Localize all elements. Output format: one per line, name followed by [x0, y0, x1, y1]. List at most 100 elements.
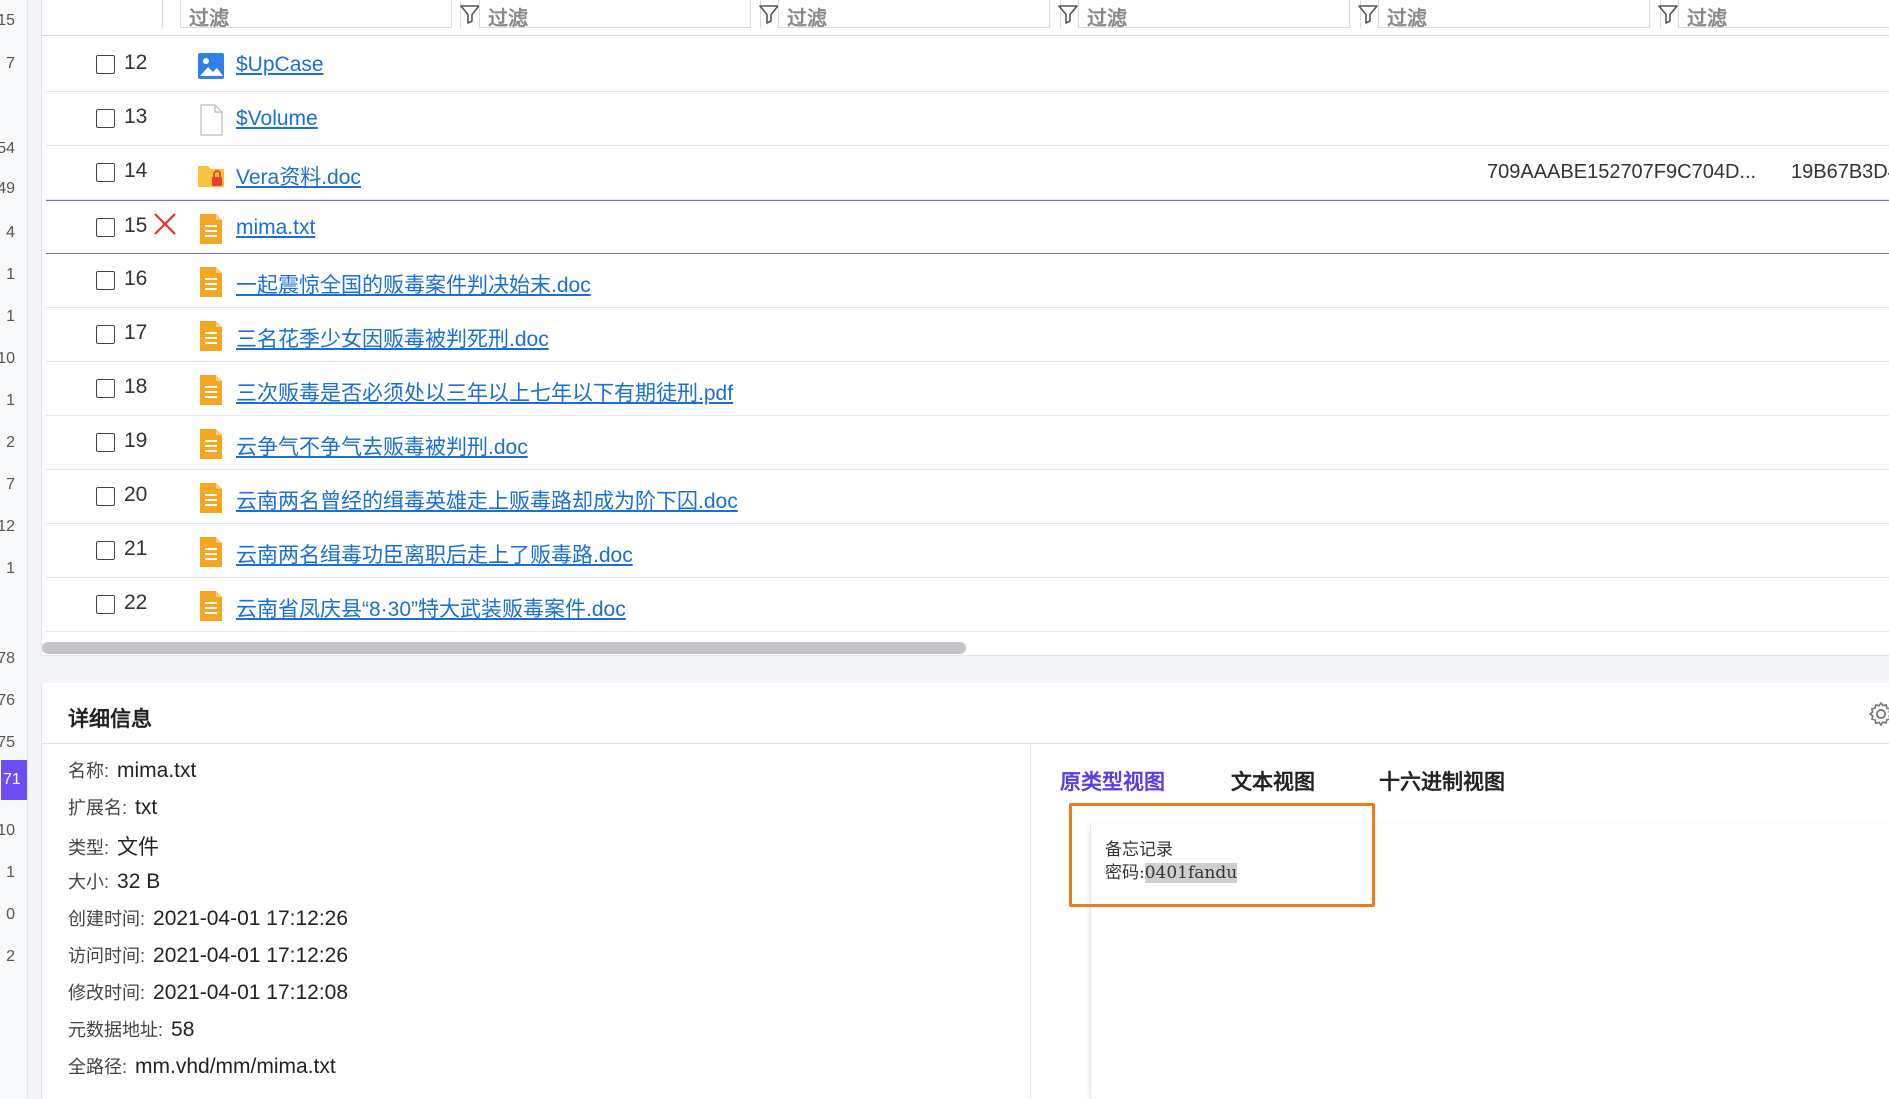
gutter-number: 54 [0, 140, 15, 157]
file-name-link[interactable]: 云争气不争气去贩毒被判刑.doc [236, 431, 528, 461]
file-name-link[interactable]: 三次贩毒是否必须处以三年以上七年以下有期徒刑.pdf [236, 377, 733, 407]
row-checkbox[interactable] [96, 271, 115, 290]
row-checkbox[interactable] [96, 541, 115, 560]
table-row[interactable]: 22 云南省凤庆县“8·30”特大武装贩毒案件.doc [46, 578, 1889, 632]
blank-file-icon [197, 104, 225, 136]
details-title: 详细信息 [68, 708, 152, 731]
gutter-number: 1 [6, 308, 15, 325]
row-checkbox[interactable] [96, 163, 115, 182]
funnel-icon[interactable] [1356, 2, 1380, 26]
info-label: 访问时间: [68, 946, 146, 966]
filter-label: 过滤 [1087, 8, 1127, 30]
table-row[interactable]: 16 一起震惊全国的贩毒案件判决始末.doc [46, 254, 1889, 308]
text-file-icon [197, 266, 225, 298]
filter-row: 过滤 过滤 过滤 过滤 过滤 过滤 [42, 0, 1889, 36]
row-checkbox[interactable] [96, 109, 115, 128]
info-field: 扩展名: txt [68, 794, 157, 820]
table-row[interactable]: 20 云南两名曾经的缉毒英雄走上贩毒路却成为阶下囚.doc [46, 470, 1889, 524]
info-value: 2021-04-01 17:12:08 [153, 981, 349, 1004]
row-number-gutter: 15 7 54 49 4 1 1 10 1 2 7 12 1 78 76 75 71 10 1 0 2 [0, 0, 28, 1099]
row-checkbox[interactable] [96, 487, 115, 506]
gutter-number: 1 [6, 560, 15, 577]
encrypted-folder-icon [197, 158, 225, 190]
row-checkbox[interactable] [96, 55, 115, 74]
filter-input[interactable]: 过滤 [1678, 0, 1889, 30]
table-row[interactable]: 19 云争气不争气去贩毒被判刑.doc [46, 416, 1889, 470]
gutter-number: 2 [6, 948, 15, 965]
funnel-icon[interactable] [1056, 2, 1080, 26]
file-name-link[interactable]: 云南两名曾经的缉毒英雄走上贩毒路却成为阶下囚.doc [236, 485, 738, 515]
row-checkbox[interactable] [96, 595, 115, 614]
gutter-number: 75 [0, 734, 15, 751]
file-name-link[interactable]: 云南省凤庆县“8·30”特大武装贩毒案件.doc [236, 593, 626, 623]
gutter-number: 7 [6, 476, 15, 493]
tab-text-view[interactable]: 文本视图 [1231, 766, 1315, 796]
gutter-number: 1 [6, 864, 15, 881]
info-label: 创建时间: [68, 909, 146, 929]
filter-input[interactable]: 过滤 [778, 0, 1050, 30]
column-separator[interactable] [162, 0, 163, 28]
file-table: 过滤 过滤 过滤 过滤 过滤 过滤 12 $UpCase 13 $Volume 14 Vera资料.… [41, 0, 1889, 656]
gutter-number: 7 [6, 55, 15, 72]
row-checkbox[interactable] [96, 218, 115, 237]
info-label: 元数据地址: [68, 1020, 164, 1040]
info-value: 文件 [117, 836, 160, 859]
filter-label: 过滤 [787, 8, 827, 30]
gutter-number: 71 [1, 760, 27, 800]
info-value: 2021-04-01 17:12:26 [153, 907, 349, 930]
gutter-number: 10 [0, 822, 15, 839]
file-name-link[interactable]: Vera资料.doc [236, 161, 361, 191]
info-label: 扩展名: [68, 798, 128, 818]
row-number: 22 [124, 591, 148, 614]
table-row[interactable]: 18 三次贩毒是否必须处以三年以上七年以下有期徒刑.pdf [46, 362, 1889, 416]
filter-label: 过滤 [1387, 8, 1427, 30]
file-name-link[interactable]: mima.txt [236, 216, 315, 240]
info-field: 名称: mima.txt [68, 757, 196, 783]
gear-icon[interactable] [1867, 700, 1889, 728]
file-name-link[interactable]: $UpCase [236, 53, 324, 77]
row-number: 12 [124, 51, 148, 74]
gutter-number: 15 [0, 12, 15, 29]
file-name-link[interactable]: $Volume [236, 107, 318, 131]
row-number: 20 [124, 483, 148, 506]
image-file-icon [197, 50, 225, 82]
row-checkbox[interactable] [96, 433, 115, 452]
info-field: 类型: 文件 [68, 831, 159, 861]
filter-label: 过滤 [488, 8, 528, 30]
gutter-number: 2 [6, 434, 15, 451]
row-checkbox[interactable] [96, 379, 115, 398]
funnel-icon[interactable] [1656, 2, 1680, 26]
table-row[interactable]: 12 $UpCase [46, 38, 1889, 92]
table-row[interactable]: 21 云南两名缉毒功臣离职后走上了贩毒路.doc [46, 524, 1889, 578]
horizontal-scrollbar[interactable] [42, 642, 966, 654]
file-name-link[interactable]: 三名花季少女因贩毒被判死刑.doc [236, 323, 549, 353]
hash-value: 19B67B3D4 [1791, 161, 1889, 183]
filter-input[interactable]: 过滤 [1078, 0, 1350, 30]
filter-input[interactable]: 过滤 [1378, 0, 1650, 30]
tab-hex-view[interactable]: 十六进制视图 [1379, 766, 1505, 796]
text-file-icon [197, 320, 225, 352]
table-row[interactable]: 14 Vera资料.doc 709AAABE152707F9C704D... 19B6… [46, 146, 1889, 200]
info-value: 2021-04-01 17:12:26 [153, 944, 349, 967]
row-number: 19 [124, 429, 148, 452]
table-row[interactable]: 13 $Volume [46, 92, 1889, 146]
table-row[interactable]: 15 mima.txt [46, 200, 1889, 254]
row-number: 18 [124, 375, 148, 398]
gutter-number: 49 [0, 180, 15, 197]
row-checkbox[interactable] [96, 325, 115, 344]
file-name-link[interactable]: 一起震惊全国的贩毒案件判决始末.doc [236, 269, 591, 299]
tab-original-view[interactable]: 原类型视图 [1060, 766, 1165, 796]
filter-input[interactable]: 过滤 [180, 0, 452, 30]
gutter-number: 10 [0, 350, 15, 367]
text-file-icon [197, 428, 225, 460]
row-number: 15 [124, 214, 148, 237]
info-field: 访问时间: 2021-04-01 17:12:26 [68, 942, 348, 968]
details-divider [42, 743, 1889, 744]
info-label: 大小: [68, 872, 110, 892]
table-row[interactable]: 17 三名花季少女因贩毒被判死刑.doc [46, 308, 1889, 362]
file-name-link[interactable]: 云南两名缉毒功臣离职后走上了贩毒路.doc [236, 539, 633, 569]
info-field: 全路径: mm.vhd/mm/mima.txt [68, 1053, 336, 1079]
info-label: 全路径: [68, 1057, 128, 1077]
filter-input[interactable]: 过滤 [479, 0, 751, 30]
text-file-icon [197, 590, 225, 622]
